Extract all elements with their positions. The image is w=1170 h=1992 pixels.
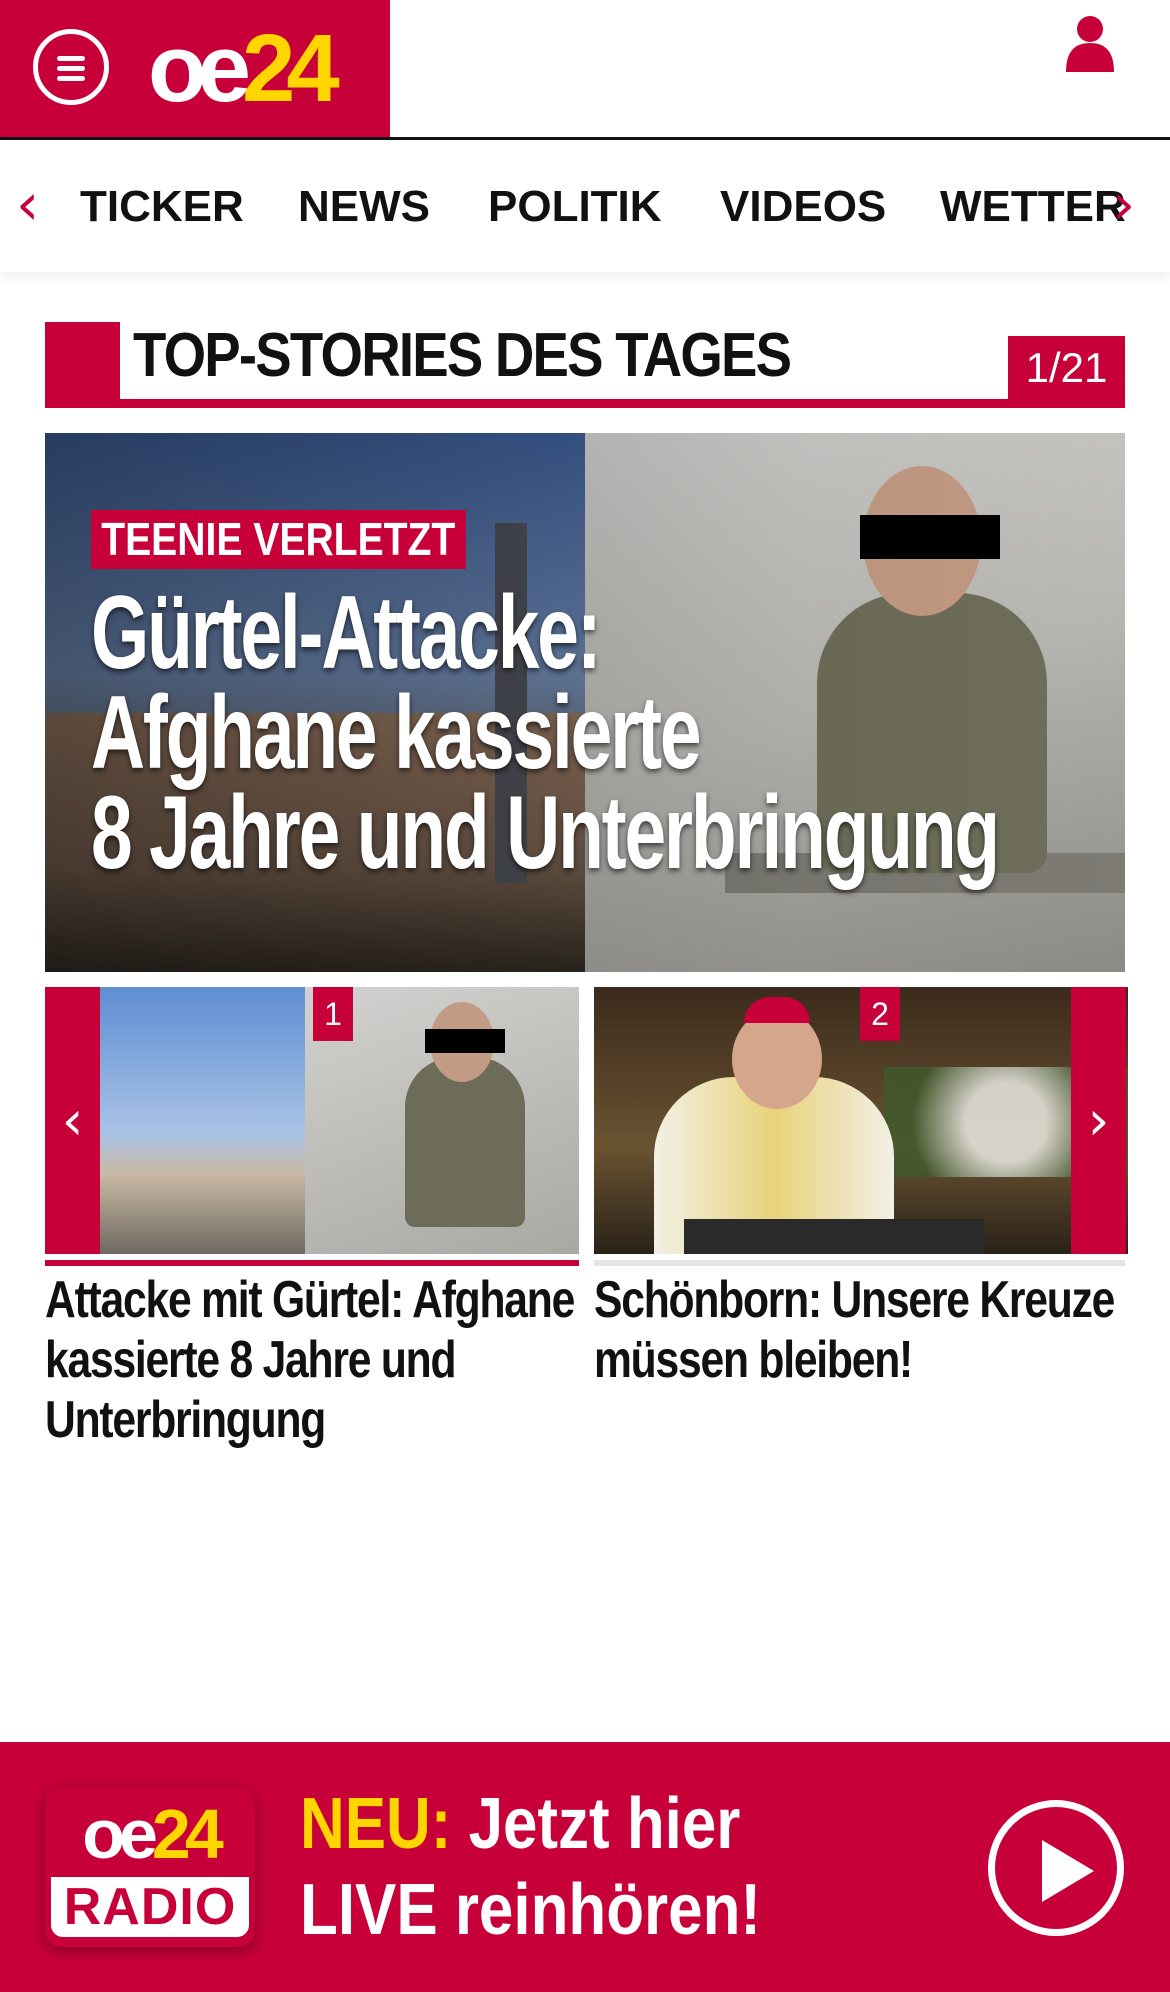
category-nav: ‹ TICKER NEWS POLITIK VIDEOS WETTER › — [0, 140, 1170, 272]
radio-logo-tag: RADIO — [51, 1877, 249, 1937]
card-title[interactable]: Attacke mit Gürtel: Afghane kassierte 8 … — [45, 1270, 578, 1450]
story-counter: 1/21 — [1008, 336, 1125, 399]
user-icon[interactable] — [1060, 12, 1120, 72]
nav-item-wetter[interactable]: WETTER — [940, 182, 1126, 232]
section-title: TOP-STORIES DES TAGES — [133, 321, 792, 390]
hamburger-icon — [57, 56, 85, 61]
nav-next-icon[interactable]: › — [1112, 174, 1135, 234]
nav-item-ticker[interactable]: TICKER — [80, 182, 244, 232]
hero-headline-line: Afghane kassierte — [91, 675, 702, 791]
brand-header: oe24 — [0, 0, 390, 137]
card-progress-idle — [594, 1260, 1125, 1266]
radio-banner[interactable]: oe24 RADIO NEU: Jetzt hier LIVE reinhöre… — [0, 1742, 1170, 1992]
section-underline — [45, 399, 1125, 408]
hero-kicker: TEENIE VERLETZT — [91, 510, 466, 569]
radio-logo: oe24 RADIO — [45, 1787, 255, 1947]
hero-headline[interactable]: Gürtel-Attacke: Afghane kassierte 8 Jahr… — [91, 575, 1027, 891]
menu-button[interactable] — [33, 29, 109, 105]
radio-subline: LIVE reinhören! — [300, 1870, 762, 1950]
nav-item-politik[interactable]: POLITIK — [488, 182, 662, 232]
radio-line1-text: Jetzt hier — [451, 1784, 741, 1864]
hero-headline-line: 8 Jahre und Unterbringung — [91, 775, 1000, 891]
card-progress-active — [45, 1260, 579, 1266]
story-card[interactable]: 1 — [45, 987, 579, 1254]
story-card[interactable]: 2 — [594, 987, 1128, 1254]
carousel-next-icon[interactable]: › — [1071, 987, 1126, 1254]
hero-headline-line: Gürtel-Attacke: — [91, 575, 602, 691]
nav-item-videos[interactable]: VIDEOS — [720, 182, 886, 232]
card-number-badge: 2 — [860, 987, 900, 1041]
radio-logo-brand: oe24 — [51, 1795, 249, 1873]
radio-logo-oe: oe — [82, 1795, 158, 1873]
carousel-prev-icon[interactable]: ‹ — [45, 987, 100, 1254]
card-title[interactable]: Schönborn: Unsere Kreuze müssen bleiben! — [594, 1270, 1127, 1390]
card-number-badge: 1 — [313, 987, 353, 1041]
censor-bar — [425, 1029, 505, 1053]
section-accent — [45, 322, 120, 408]
card-image-lectern — [684, 1219, 984, 1254]
nav-prev-icon[interactable]: ‹ — [16, 174, 39, 234]
card-image-face — [732, 1009, 822, 1109]
site-logo[interactable]: oe24 — [148, 14, 340, 124]
radio-logo-24: 24 — [151, 1795, 224, 1873]
card-image-person — [405, 1057, 525, 1227]
play-button[interactable] — [988, 1800, 1124, 1936]
hero-story[interactable]: TEENIE VERLETZT Gürtel-Attacke: Afghane … — [45, 433, 1125, 972]
radio-new-label: NEU: — [300, 1784, 452, 1864]
play-icon — [1042, 1840, 1094, 1902]
hamburger-icon-line — [57, 76, 85, 81]
logo-24: 24 — [242, 15, 340, 122]
hamburger-icon-line — [57, 66, 85, 71]
radio-headline: NEU: Jetzt hier — [300, 1784, 740, 1864]
nav-item-news[interactable]: NEWS — [298, 182, 430, 232]
logo-oe: oe — [148, 15, 251, 122]
